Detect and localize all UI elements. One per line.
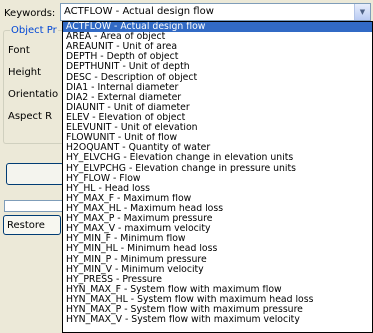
aspect-ratio-label: Aspect R xyxy=(8,111,53,122)
dropdown-item[interactable]: HY_PRESS - Pressure xyxy=(63,275,372,285)
dropdown-item[interactable]: AREAUNIT - Unit of area xyxy=(63,42,372,52)
font-label: Font xyxy=(8,45,30,56)
dropdown-item[interactable]: HYN_MAX_P - System flow with maximum pre… xyxy=(63,305,372,315)
dropdown-item[interactable]: HY_MAX_V - maximum velocity xyxy=(63,224,372,234)
height-label: Height xyxy=(8,67,42,78)
dropdown-item[interactable]: ACTFLOW - Actual design flow xyxy=(63,22,372,33)
dropdown-item[interactable]: HYN_MAX_V - System flow with maximum vel… xyxy=(63,315,372,325)
preview-field xyxy=(4,200,64,212)
dropdown-item[interactable]: AREA - Area of object xyxy=(63,32,372,42)
dropdown-item[interactable]: HY_MAX_F - Maximum flow xyxy=(63,194,372,204)
restore-button[interactable]: Restore xyxy=(3,215,61,235)
orientation-label: Orientatio xyxy=(8,89,59,100)
dropdown-item[interactable]: HY_FLOW - Flow xyxy=(63,174,372,184)
dropdown-item[interactable]: HY_MAX_HL - Maximum head loss xyxy=(63,204,372,214)
dropdown-item[interactable]: DESC - Description of object xyxy=(63,73,372,83)
dropdown-item[interactable]: HYN_MAX_F - System flow with maximum flo… xyxy=(63,285,372,295)
dropdown-item[interactable]: DIA1 - Internal diameter xyxy=(63,83,372,93)
dropdown-item[interactable]: DIA2 - External diameter xyxy=(63,93,372,103)
dropdown-item[interactable]: HY_MIN_F - Minimum flow xyxy=(63,234,372,244)
dropdown-item[interactable]: HY_ELVCHG - Elevation change in elevatio… xyxy=(63,153,372,163)
dropdown-item[interactable]: HY_MIN_P - Minimum pressure xyxy=(63,255,372,265)
dropdown-item[interactable]: FLOWUNIT - Unit of flow xyxy=(63,133,372,143)
dropdown-item[interactable]: DIAUNIT - Unit of diameter xyxy=(63,103,372,113)
dropdown-item[interactable]: HY_MIN_V - Minimum velocity xyxy=(63,265,372,275)
dropdown-item[interactable]: HY_ELVPCHG - Elevation change in pressur… xyxy=(63,164,372,174)
dropdown-item[interactable]: HY_MAX_P - Maximum pressure xyxy=(63,214,372,224)
dropdown-item[interactable]: DEPTHUNIT - Unit of depth xyxy=(63,62,372,72)
ok-button[interactable] xyxy=(6,163,64,185)
dropdown-item[interactable]: HY_MIN_HL - Minimum head loss xyxy=(63,244,372,254)
dropdown-item[interactable]: ELEVUNIT - Unit of elevation xyxy=(63,123,372,133)
dropdown-item[interactable]: H2OQUANT - Quantity of water xyxy=(63,143,372,153)
dropdown-item[interactable]: HY_HL - Head loss xyxy=(63,184,372,194)
dropdown-item[interactable]: ELEV - Elevation of object xyxy=(63,113,372,123)
dropdown-item[interactable]: DEPTH - Depth of object xyxy=(63,52,372,62)
chevron-down-icon[interactable]: ▼ xyxy=(354,4,370,20)
keywords-combobox[interactable]: ACTFLOW - Actual design flow ▼ xyxy=(60,3,371,21)
dropdown-item[interactable]: HYN_MAX_HL - System flow with maximum he… xyxy=(63,295,372,305)
keywords-label: Keywords: xyxy=(4,8,56,19)
keywords-combobox-value: ACTFLOW - Actual design flow xyxy=(64,6,214,17)
object-properties-group-title: Object Pr xyxy=(10,25,58,36)
keywords-dropdown-list[interactable]: ACTFLOW - Actual design flow AREA - Area … xyxy=(62,21,373,333)
